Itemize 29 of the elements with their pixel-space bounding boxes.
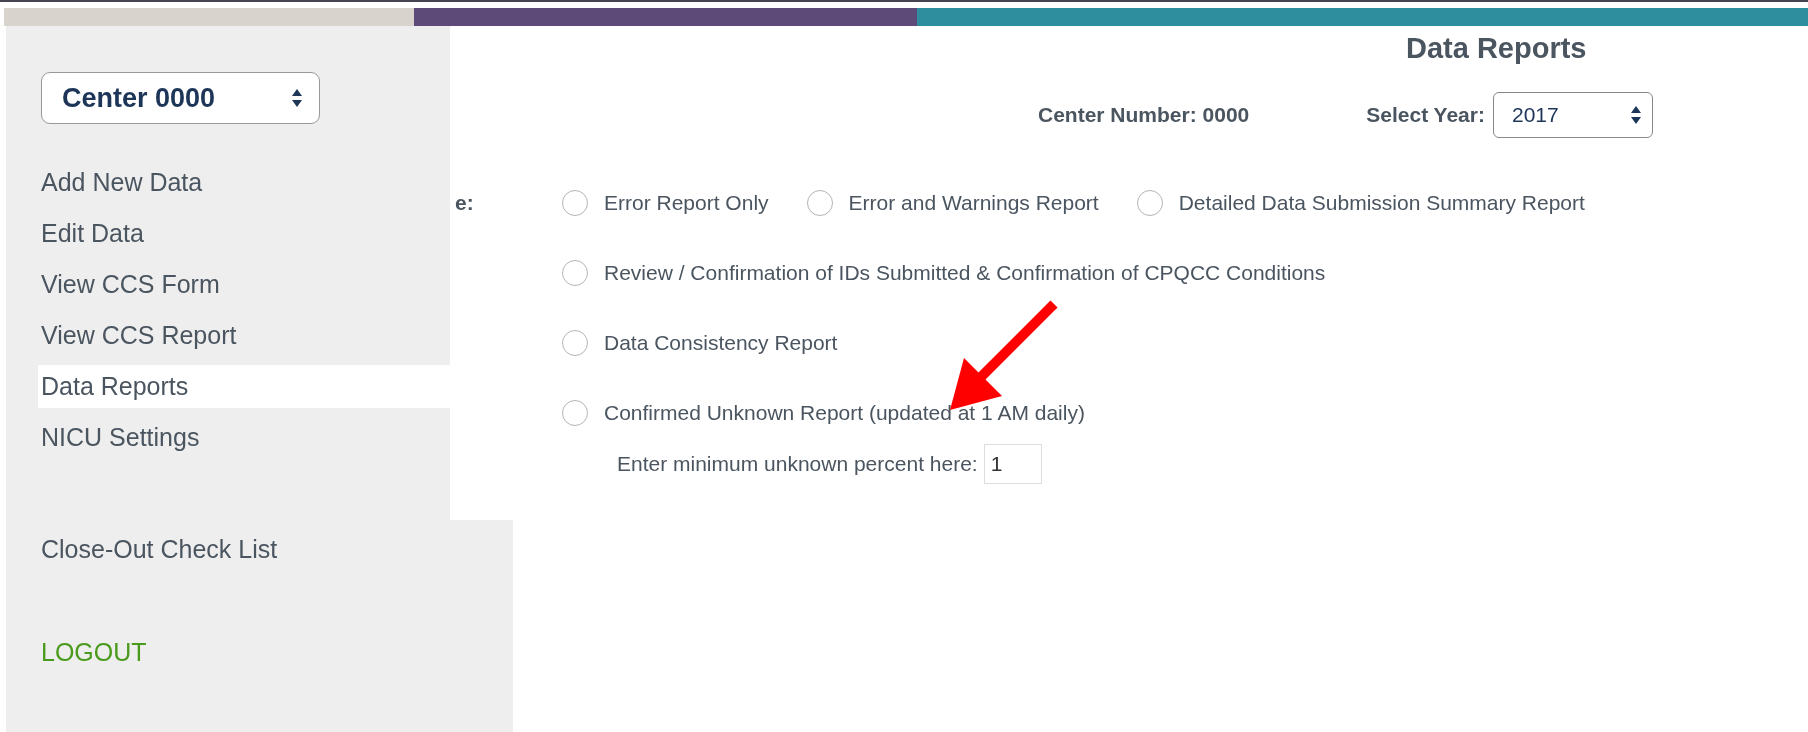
report-type-label: e:: [455, 191, 475, 215]
radio-button[interactable]: [562, 190, 588, 216]
select-year-label: Select Year:: [1366, 103, 1485, 127]
year-select[interactable]: 2017: [1492, 92, 1653, 138]
page-title: Data Reports: [1406, 31, 1587, 66]
radio-label: Confirmed Unknown Report (updated at 1 AM daily): [604, 401, 1085, 425]
sidebar-item[interactable]: View CCS Report: [38, 314, 450, 357]
radio-button[interactable]: [562, 330, 588, 356]
sidebar-item[interactable]: NICU Settings: [38, 416, 450, 459]
select-arrows-icon: [1629, 104, 1642, 126]
center-number: Center Number: 0000: [1038, 103, 1250, 127]
radio-label: Data Consistency Report: [604, 331, 838, 355]
min-percent-field[interactable]: 1: [983, 444, 1042, 484]
sidebar-item[interactable]: Edit Data: [38, 212, 450, 255]
center-select[interactable]: Center 0000: [41, 72, 320, 124]
sidebar-item[interactable]: Close-Out Check List: [38, 520, 513, 579]
radio-label: Error and Warnings Report: [848, 191, 1099, 215]
sidebar-item[interactable]: Add New Data: [38, 161, 450, 204]
radio-button[interactable]: [562, 400, 588, 426]
radio-button[interactable]: [562, 260, 588, 286]
select-arrows-icon: [291, 87, 303, 109]
radio-label: Detailed Data Submission Summary Report: [1178, 191, 1585, 215]
min-percent-label: Enter minimum unknown percent here:: [617, 452, 978, 476]
sidebar-item[interactable]: View CCS Form: [38, 263, 450, 306]
radio-button[interactable]: [806, 190, 833, 216]
radio-button[interactable]: [1136, 190, 1163, 216]
sidebar-item[interactable]: Data Reports: [38, 365, 450, 408]
radio-label: Error Report Only: [604, 191, 769, 215]
radio-label: Review / Confirmation of IDs Submitted & Confirmation of CPQCC Conditions: [604, 261, 1326, 285]
